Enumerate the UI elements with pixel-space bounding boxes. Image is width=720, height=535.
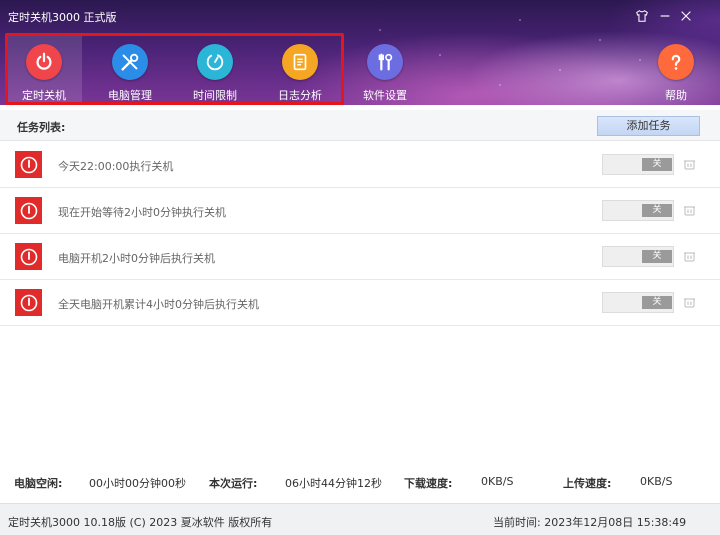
- power-icon: [15, 289, 42, 316]
- delete-icon: [684, 206, 695, 216]
- task-list: 今天22:00:00执行关机 关 现在开始等待2小时0分钟执行关机 关 电脑开机…: [0, 142, 720, 326]
- current-time: 当前时间: 2023年12月08日 15:38:49: [493, 514, 686, 530]
- delete-icon: [684, 298, 695, 308]
- toggle-state: 关: [642, 250, 672, 263]
- delete-task-button[interactable]: [683, 296, 696, 309]
- power-icon: [15, 151, 42, 178]
- status-stats: 电脑空闲: 00小时00分钟00秒 本次运行: 06小时44分钟12秒 下载速度…: [0, 470, 720, 492]
- task-row[interactable]: 电脑开机2小时0分钟后执行关机 关: [0, 234, 720, 280]
- idle-label: 电脑空闲:: [14, 477, 63, 490]
- idle-value: 00小时00分钟00秒: [89, 477, 186, 490]
- task-toggle[interactable]: 关: [602, 154, 674, 175]
- delete-icon: [684, 160, 695, 170]
- task-toggle[interactable]: 关: [602, 200, 674, 221]
- help-icon: [658, 44, 694, 80]
- status-bar: 定时关机3000 10.18版 (C) 2023 夏冰软件 版权所有 当前时间:…: [0, 503, 720, 535]
- skin-button[interactable]: [632, 6, 652, 26]
- minimize-icon: [660, 15, 670, 17]
- nav-item-settings[interactable]: 软件设置: [347, 36, 423, 104]
- task-row[interactable]: 全天电脑开机累计4小时0分钟后执行关机 关: [0, 280, 720, 326]
- upload-label: 上传速度:: [563, 477, 612, 490]
- toggle-state: 关: [642, 296, 672, 309]
- nav-item-label: 帮助: [665, 89, 687, 102]
- delete-task-button[interactable]: [683, 158, 696, 171]
- task-row[interactable]: 现在开始等待2小时0分钟执行关机 关: [0, 188, 720, 234]
- app-header: 定时关机3000 正式版 定时关机 电脑管理 时间限制 日志分析 软件设置 帮助: [0, 0, 720, 105]
- shirt-icon: [636, 10, 648, 22]
- upload-value: 0KB/S: [640, 475, 673, 488]
- task-toggle[interactable]: 关: [602, 246, 674, 267]
- nav-item-label: 软件设置: [363, 89, 407, 102]
- task-text: 全天电脑开机累计4小时0分钟后执行关机: [58, 298, 259, 311]
- nav-item-help[interactable]: 帮助: [638, 36, 714, 104]
- task-text: 今天22:00:00执行关机: [58, 160, 174, 173]
- power-icon: [15, 243, 42, 270]
- time-label: 当前时间:: [493, 516, 541, 529]
- toggle-state: 关: [642, 204, 672, 217]
- power-icon: [15, 197, 42, 224]
- minimize-button[interactable]: [655, 6, 675, 26]
- task-list-header: 任务列表: 添加任务: [0, 110, 720, 141]
- close-icon: [681, 11, 691, 21]
- download-label: 下载速度:: [404, 477, 453, 490]
- copyright-text: 定时关机3000 10.18版 (C) 2023 夏冰软件 版权所有: [8, 516, 273, 529]
- run-label: 本次运行:: [209, 477, 258, 490]
- download-value: 0KB/S: [481, 475, 514, 488]
- delete-task-button[interactable]: [683, 204, 696, 217]
- delete-icon: [684, 252, 695, 262]
- task-text: 现在开始等待2小时0分钟执行关机: [58, 206, 226, 219]
- close-button[interactable]: [676, 6, 696, 26]
- nav-highlight-box: [5, 33, 344, 105]
- time-value: 2023年12月08日 15:38:49: [544, 516, 687, 529]
- settings-tools-icon: [367, 44, 403, 80]
- toggle-state: 关: [642, 158, 672, 171]
- add-task-button[interactable]: 添加任务: [597, 116, 700, 136]
- task-toggle[interactable]: 关: [602, 292, 674, 313]
- window-title: 定时关机3000 正式版: [8, 11, 117, 24]
- task-list-title: 任务列表:: [17, 121, 66, 134]
- task-text: 电脑开机2小时0分钟后执行关机: [58, 252, 215, 265]
- delete-task-button[interactable]: [683, 250, 696, 263]
- task-row[interactable]: 今天22:00:00执行关机 关: [0, 142, 720, 188]
- run-value: 06小时44分钟12秒: [285, 477, 382, 490]
